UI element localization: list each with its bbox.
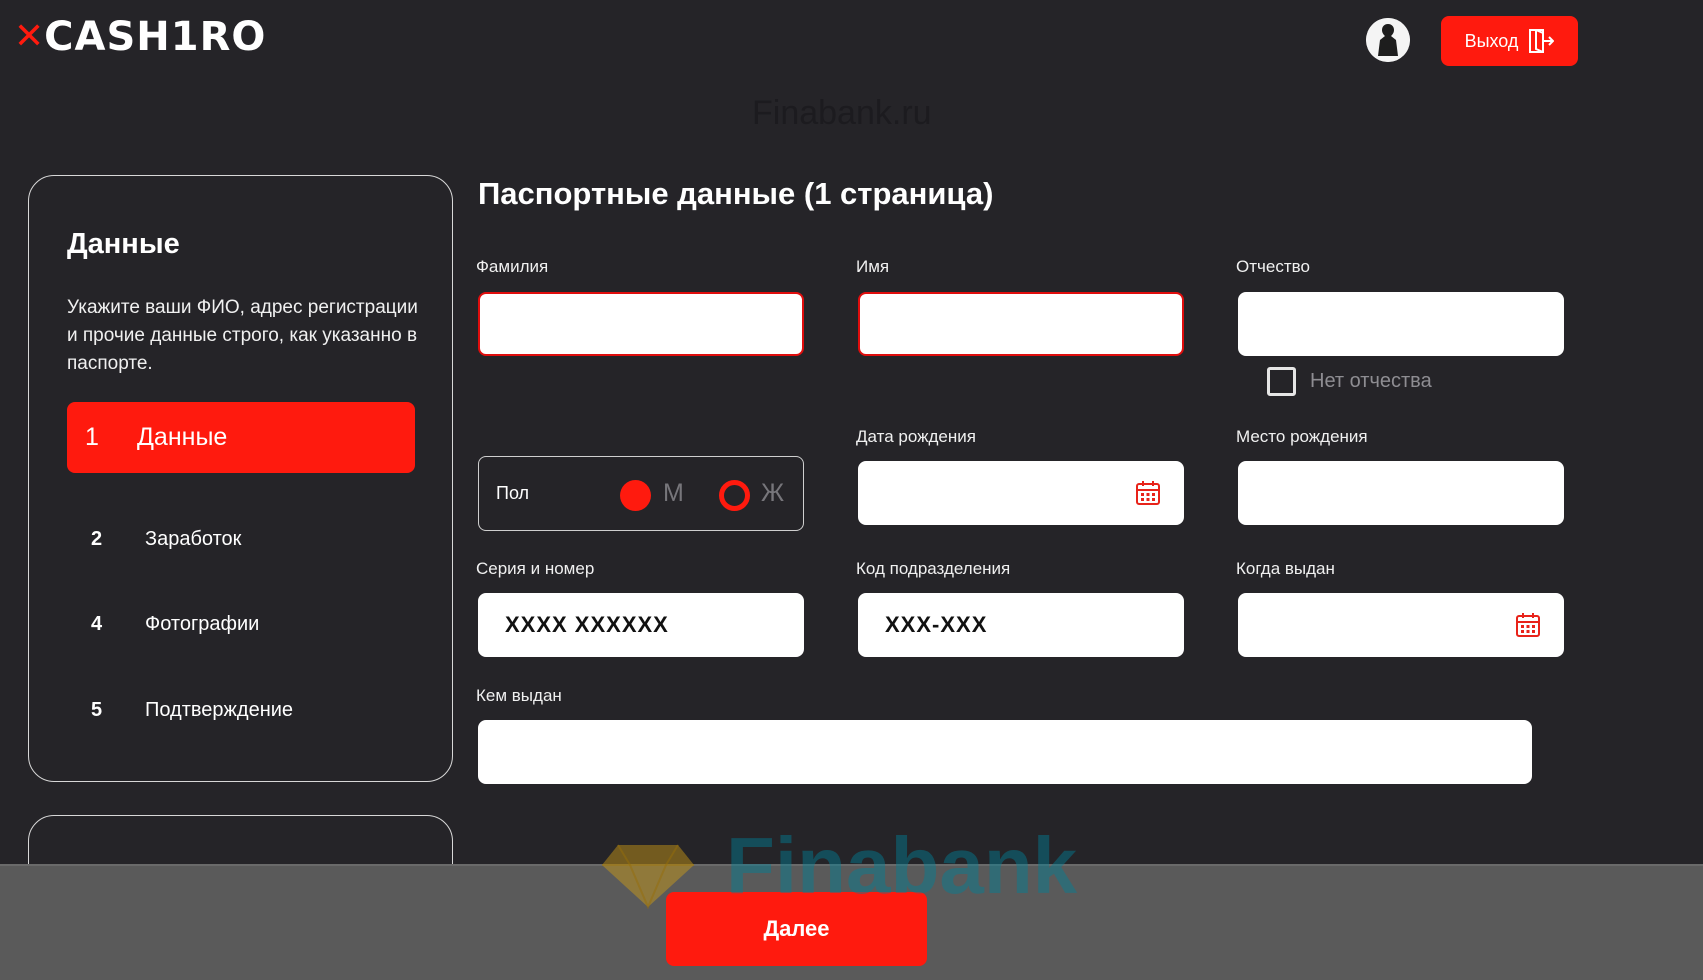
first-name-field[interactable] bbox=[858, 292, 1184, 356]
logo[interactable]: ✕ CASH1RO bbox=[14, 14, 266, 60]
department-code-field[interactable]: XXX-XXX bbox=[858, 593, 1184, 657]
last-name-label: Фамилия bbox=[476, 257, 549, 276]
logo-text: CASH1RO bbox=[44, 14, 267, 60]
issue-date-field[interactable] bbox=[1238, 593, 1564, 657]
checkbox-box[interactable] bbox=[1267, 367, 1296, 396]
step-number: 5 bbox=[91, 699, 103, 721]
user-avatar-icon bbox=[1366, 18, 1410, 62]
logout-icon bbox=[1529, 29, 1555, 53]
step-label: Фотографии bbox=[145, 613, 260, 635]
birth-place-field[interactable] bbox=[1238, 461, 1564, 525]
series-number-field[interactable]: XXXX XXXXXX bbox=[478, 593, 804, 657]
patronymic-label: Отчество bbox=[1236, 257, 1310, 276]
patronymic-field[interactable] bbox=[1238, 292, 1564, 356]
last-name-field[interactable] bbox=[478, 292, 804, 356]
step-item-data[interactable]: 1 Данные bbox=[67, 402, 415, 473]
first-name-label: Имя bbox=[856, 257, 890, 276]
logo-mark: ✕ bbox=[14, 16, 45, 57]
no-patronymic-checkbox[interactable]: Нет отчества bbox=[1267, 367, 1432, 396]
step-label: Заработок bbox=[145, 528, 242, 550]
step-label: Данные bbox=[137, 423, 228, 451]
issue-date-label: Когда выдан bbox=[1236, 559, 1335, 578]
step-item-earnings[interactable]: 2 Заработок bbox=[91, 528, 241, 551]
calendar-icon[interactable] bbox=[1515, 612, 1541, 638]
gender-selector: Пол М Ж bbox=[478, 456, 804, 531]
birth-date-field[interactable] bbox=[858, 461, 1184, 525]
gender-male-label: М bbox=[663, 479, 684, 507]
gender-female-radio[interactable] bbox=[719, 480, 750, 511]
avatar[interactable] bbox=[1366, 18, 1410, 62]
issued-by-label: Кем выдан bbox=[476, 686, 562, 705]
step-item-confirmation[interactable]: 5 Подтверждение bbox=[91, 699, 293, 722]
logout-label: Выход bbox=[1464, 30, 1519, 51]
birth-date-label: Дата рождения bbox=[856, 427, 976, 446]
department-code-label: Код подразделения bbox=[856, 559, 1011, 578]
sidebar-description: Укажите ваши ФИО, адрес регистрации и пр… bbox=[67, 297, 418, 374]
step-label: Подтверждение bbox=[145, 699, 294, 721]
steps-card: Данные Укажите ваши ФИО, адрес регистрац… bbox=[28, 175, 453, 782]
sidebar-title: Данные bbox=[67, 228, 180, 260]
gender-female-label: Ж bbox=[761, 479, 785, 507]
logout-button[interactable]: Выход bbox=[1441, 16, 1578, 66]
calendar-icon[interactable] bbox=[1135, 480, 1161, 506]
form-title: Паспортные данные (1 страница) bbox=[478, 176, 994, 211]
step-number: 4 bbox=[91, 613, 103, 635]
no-patronymic-label: Нет отчества bbox=[1310, 370, 1432, 392]
birth-place-label: Место рождения bbox=[1236, 427, 1368, 446]
step-number: 2 bbox=[91, 528, 103, 550]
step-item-photos[interactable]: 4 Фотографии bbox=[91, 613, 259, 636]
next-button[interactable]: Далее bbox=[666, 892, 927, 966]
series-number-label: Серия и номер bbox=[476, 559, 595, 578]
gender-male-radio[interactable] bbox=[620, 480, 651, 511]
step-number: 1 bbox=[85, 423, 99, 451]
issued-by-field[interactable] bbox=[478, 720, 1532, 784]
gender-label: Пол bbox=[496, 483, 530, 503]
watermark-top: Finabank.ru bbox=[752, 94, 932, 132]
